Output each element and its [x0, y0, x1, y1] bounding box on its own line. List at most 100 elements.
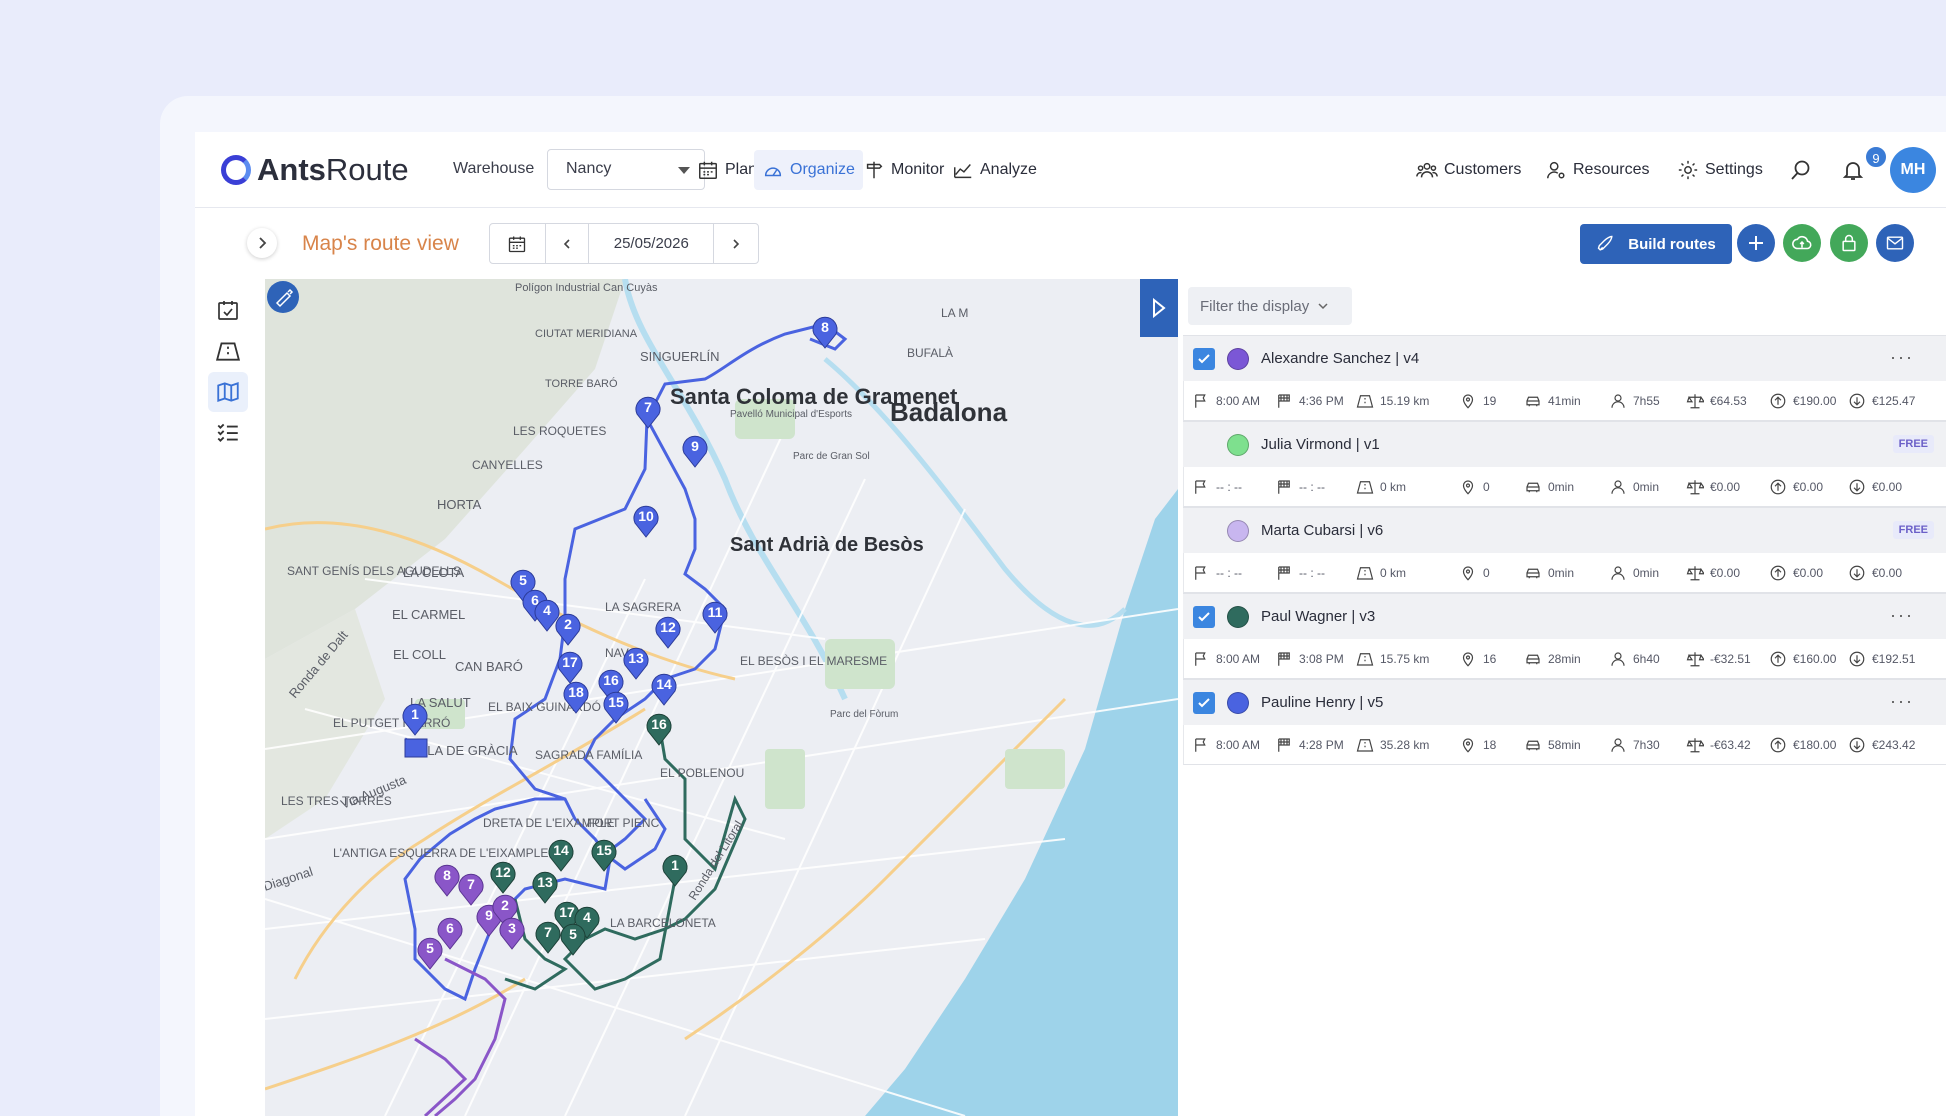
lock-button[interactable] [1830, 224, 1868, 262]
map-label: Badalona [890, 397, 1008, 427]
calendar-button[interactable] [490, 224, 546, 263]
stat-cost-value: €0.00 [1872, 565, 1903, 580]
map-label: Polígon Industrial Can Cuyàs [515, 282, 658, 294]
route-header: Marta Cubarsi | v6 FREE [1183, 507, 1946, 553]
avatar[interactable]: MH [1890, 147, 1936, 193]
nav-resources[interactable]: Resources [1537, 150, 1657, 190]
map-marker[interactable]: 17 [557, 651, 583, 684]
route-checkbox[interactable] [1193, 691, 1215, 714]
mail-icon [1886, 236, 1904, 250]
side-nav-roads[interactable] [208, 331, 248, 371]
route-checkbox[interactable] [1193, 520, 1215, 542]
prev-date-button[interactable] [546, 224, 590, 263]
more-options-button[interactable]: ··· [1890, 605, 1914, 626]
stat-distance-value: 0 km [1380, 479, 1407, 494]
side-nav-tasks[interactable] [208, 290, 248, 330]
map-label: EL BESÒS I EL MARESME [740, 653, 887, 668]
side-nav-map[interactable] [208, 372, 248, 412]
map-marker[interactable]: 7 [458, 873, 484, 906]
map-marker[interactable]: 6 [437, 917, 463, 950]
map-marker[interactable]: 7 [635, 396, 661, 429]
logo[interactable]: AntsRoute [221, 152, 409, 188]
stat-cost: €0.00 [1848, 478, 1914, 496]
date-value[interactable]: 25/05/2026 [589, 224, 715, 263]
map-marker[interactable]: 5 [560, 923, 586, 956]
nav-monitor[interactable]: Monitor [855, 150, 952, 190]
map-label: Diagonal [265, 864, 315, 894]
map-marker[interactable]: 11 [702, 601, 728, 634]
warehouse-select[interactable]: Nancy [547, 149, 705, 190]
notification-badge: 9 [1864, 145, 1888, 169]
svg-text:5: 5 [426, 940, 434, 956]
map-marker[interactable]: 4 [534, 599, 560, 632]
depot-marker[interactable] [404, 738, 428, 758]
map-label: CAN BARÓ [455, 659, 523, 674]
map-marker[interactable]: 2 [555, 613, 581, 646]
map-marker[interactable]: 16 [646, 713, 672, 746]
balance-icon [1686, 393, 1704, 408]
map-marker[interactable]: 3 [499, 917, 525, 950]
stat-stops-value: 18 [1483, 737, 1497, 752]
draw-tool-button[interactable] [267, 281, 299, 313]
stat-drive: 58min [1524, 736, 1596, 754]
pin-icon [1462, 737, 1474, 753]
stat-revenue: €180.00 [1769, 736, 1836, 754]
svg-text:17: 17 [559, 904, 575, 920]
checkered-flag-icon [1278, 479, 1290, 494]
check-icon [1198, 611, 1210, 621]
map-marker[interactable]: 14 [548, 839, 574, 872]
email-button[interactable] [1876, 224, 1914, 262]
filter-dropdown[interactable]: Filter the display [1188, 287, 1352, 325]
upload-button[interactable] [1783, 224, 1821, 262]
svg-text:15: 15 [596, 842, 612, 858]
arrow-up-icon [1770, 479, 1786, 494]
route-map[interactable]: Polígon Industrial Can Cuyàs CIUTAT MERI… [265, 279, 1178, 1116]
stat-start: 8:00 AM [1184, 650, 1262, 668]
nav-organize[interactable]: Organize [754, 150, 863, 190]
stat-margin: -€63.42 [1686, 736, 1756, 754]
svg-text:11: 11 [708, 604, 723, 620]
collapse-map-button[interactable] [1140, 279, 1178, 337]
map-marker[interactable]: 8 [812, 316, 838, 349]
route-checkbox[interactable] [1193, 605, 1215, 628]
route-card[interactable]: Marta Cubarsi | v6 FREE -- : -- -- : -- 0 km… [1183, 507, 1946, 593]
road-icon [1356, 394, 1374, 408]
map-marker[interactable]: 1 [402, 703, 428, 736]
route-card[interactable]: Pauline Henry | v5 ··· 8:00 AM 4:28 PM 35.28… [1183, 679, 1946, 765]
stat-work: 0min [1609, 564, 1673, 582]
side-nav-list[interactable] [208, 412, 248, 452]
nav-analyze[interactable]: Analyze [944, 150, 1045, 190]
stat-stops: 0 [1459, 478, 1511, 496]
svg-text:5: 5 [519, 572, 527, 588]
route-checkbox[interactable] [1193, 347, 1215, 370]
route-card[interactable]: Paul Wagner | v3 ··· 8:00 AM 3:08 PM 15.75 k… [1183, 593, 1946, 679]
map-marker[interactable]: 14 [651, 673, 677, 706]
next-date-button[interactable] [714, 224, 758, 263]
more-options-button[interactable]: ··· [1890, 347, 1914, 368]
stat-margin-value: €64.53 [1710, 393, 1747, 408]
map-marker[interactable]: 10 [633, 505, 659, 538]
more-options-button[interactable]: ··· [1890, 691, 1914, 712]
map-marker[interactable]: 9 [682, 435, 708, 468]
map-marker[interactable]: 15 [591, 839, 617, 872]
map-marker[interactable]: 13 [623, 647, 649, 680]
map-marker[interactable]: 15 [603, 691, 629, 724]
build-routes-button[interactable]: Build routes [1580, 224, 1732, 264]
route-card[interactable]: Alexandre Sanchez | v4 ··· 8:00 AM 4:36 PM 1… [1183, 335, 1946, 421]
add-button[interactable] [1737, 224, 1775, 262]
bell-icon [1842, 162, 1864, 180]
nav-settings[interactable]: Settings [1669, 150, 1771, 190]
route-card[interactable]: Julia Virmond | v1 FREE -- : -- -- : -- 0 km… [1183, 421, 1946, 507]
expand-sidebar-button[interactable] [247, 228, 277, 258]
search-button[interactable] [1783, 152, 1819, 188]
svg-text:2: 2 [501, 897, 509, 913]
svg-text:17: 17 [562, 654, 578, 670]
svg-text:1: 1 [411, 706, 419, 722]
route-checkbox[interactable] [1193, 434, 1215, 456]
map-marker[interactable]: 12 [655, 616, 681, 649]
map-marker[interactable]: 8 [434, 864, 460, 897]
nav-customers[interactable]: Customers [1408, 150, 1529, 190]
map-marker[interactable]: 7 [535, 921, 561, 954]
svg-text:7: 7 [644, 399, 652, 415]
arrow-up-icon [1770, 565, 1786, 580]
